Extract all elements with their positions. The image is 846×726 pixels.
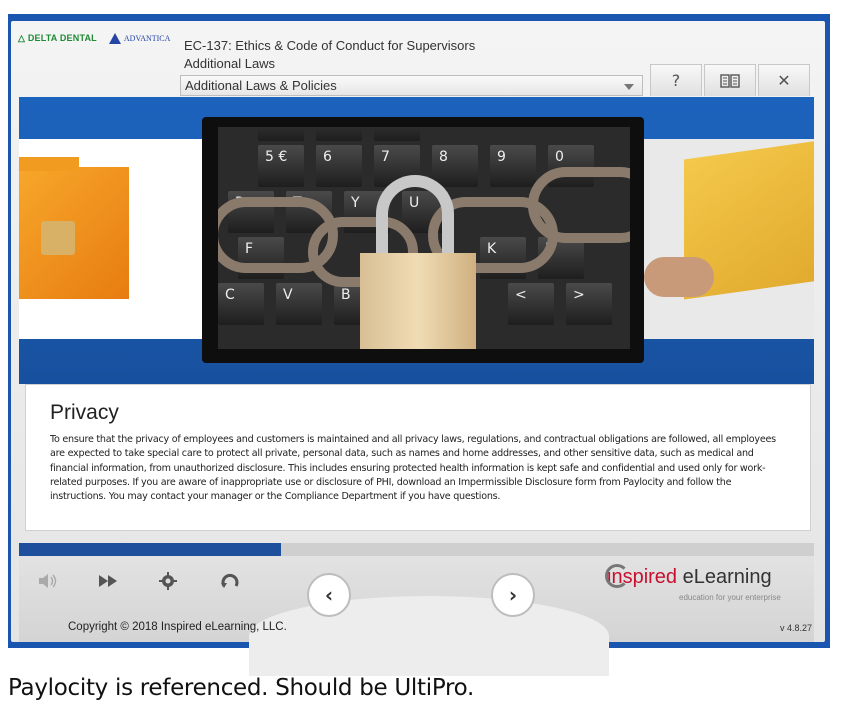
advantica-logo: ADVANTICA (108, 33, 170, 44)
yellow-folder-image (644, 139, 814, 339)
key: 5 € (258, 145, 304, 187)
close-button[interactable]: ✕ (758, 64, 810, 96)
swirl-icon (605, 564, 629, 588)
fast-forward-icon (99, 575, 117, 587)
page-select-value: Additional Laws & Policies (185, 78, 337, 93)
keyboard-padlock-image: % × & 5 € 6 7 8 9 0 R T Y U F K L C V B … (202, 117, 644, 363)
audio-button[interactable] (26, 566, 70, 596)
delta-dental-logo: △ DELTA DENTAL (18, 33, 97, 43)
content-panel: Privacy To ensure that the privacy of em… (25, 384, 811, 531)
chevron-down-icon (624, 84, 634, 90)
hand (644, 257, 714, 297)
copyright-text: Copyright © 2018 Inspired eLearning, LLC… (68, 621, 287, 633)
speaker-icon (39, 574, 57, 588)
progress-bar (19, 543, 814, 556)
gear-icon (159, 572, 177, 590)
company-logos: △ DELTA DENTAL ADVANTICA (18, 33, 170, 44)
chevron-left-icon: ‹ (324, 583, 334, 607)
screenshot-caption: Paylocity is referenced. Should be UltiP… (8, 675, 475, 701)
settings-button[interactable] (146, 566, 190, 596)
page-select-dropdown[interactable]: Additional Laws & Policies (180, 75, 643, 96)
help-icon: ? (671, 71, 681, 90)
close-icon: ✕ (777, 71, 791, 90)
key: 9 (490, 145, 536, 187)
brand-tagline: education for your enterprise (679, 593, 781, 602)
controls-curve (249, 596, 609, 676)
key: 6 (316, 145, 362, 187)
key: < (508, 283, 554, 325)
keyboard: % × & 5 € 6 7 8 9 0 R T Y U F K L C V B … (218, 127, 630, 349)
key: 8 (432, 145, 478, 187)
version-text: v 4.8.27 (780, 623, 813, 633)
page-title: Privacy (50, 401, 119, 424)
privacy-banner-image: % × & 5 € 6 7 8 9 0 R T Y U F K L C V B … (19, 97, 814, 384)
brand-name-part2: eLearning (677, 566, 772, 588)
padlock-icon (360, 253, 476, 349)
previous-page-button[interactable]: ‹ (307, 573, 351, 617)
glossary-button[interactable] (704, 64, 756, 96)
key: V (276, 283, 322, 325)
key: C (218, 283, 264, 325)
key: % (258, 127, 304, 141)
next-page-button[interactable]: › (491, 573, 535, 617)
replay-button[interactable] (208, 566, 252, 596)
module-title: Additional Laws (184, 56, 276, 71)
help-button[interactable]: ? (650, 64, 702, 96)
key: > (566, 283, 612, 325)
chain-link (528, 167, 630, 243)
page-body-text: To ensure that the privacy of employees … (50, 434, 776, 503)
replay-icon (221, 573, 239, 588)
key: & (374, 127, 420, 141)
book-icon (720, 73, 740, 88)
inspired-elearning-logo: inspired eLearning education for your en… (605, 564, 781, 602)
padlock-icon (41, 221, 75, 255)
locked-folder-image (19, 139, 219, 339)
progress-fill (19, 543, 282, 556)
fast-forward-button[interactable] (86, 566, 130, 596)
course-title: EC-137: Ethics & Code of Conduct for Sup… (184, 38, 476, 53)
key: × (316, 127, 362, 141)
chevron-right-icon: › (508, 583, 518, 607)
